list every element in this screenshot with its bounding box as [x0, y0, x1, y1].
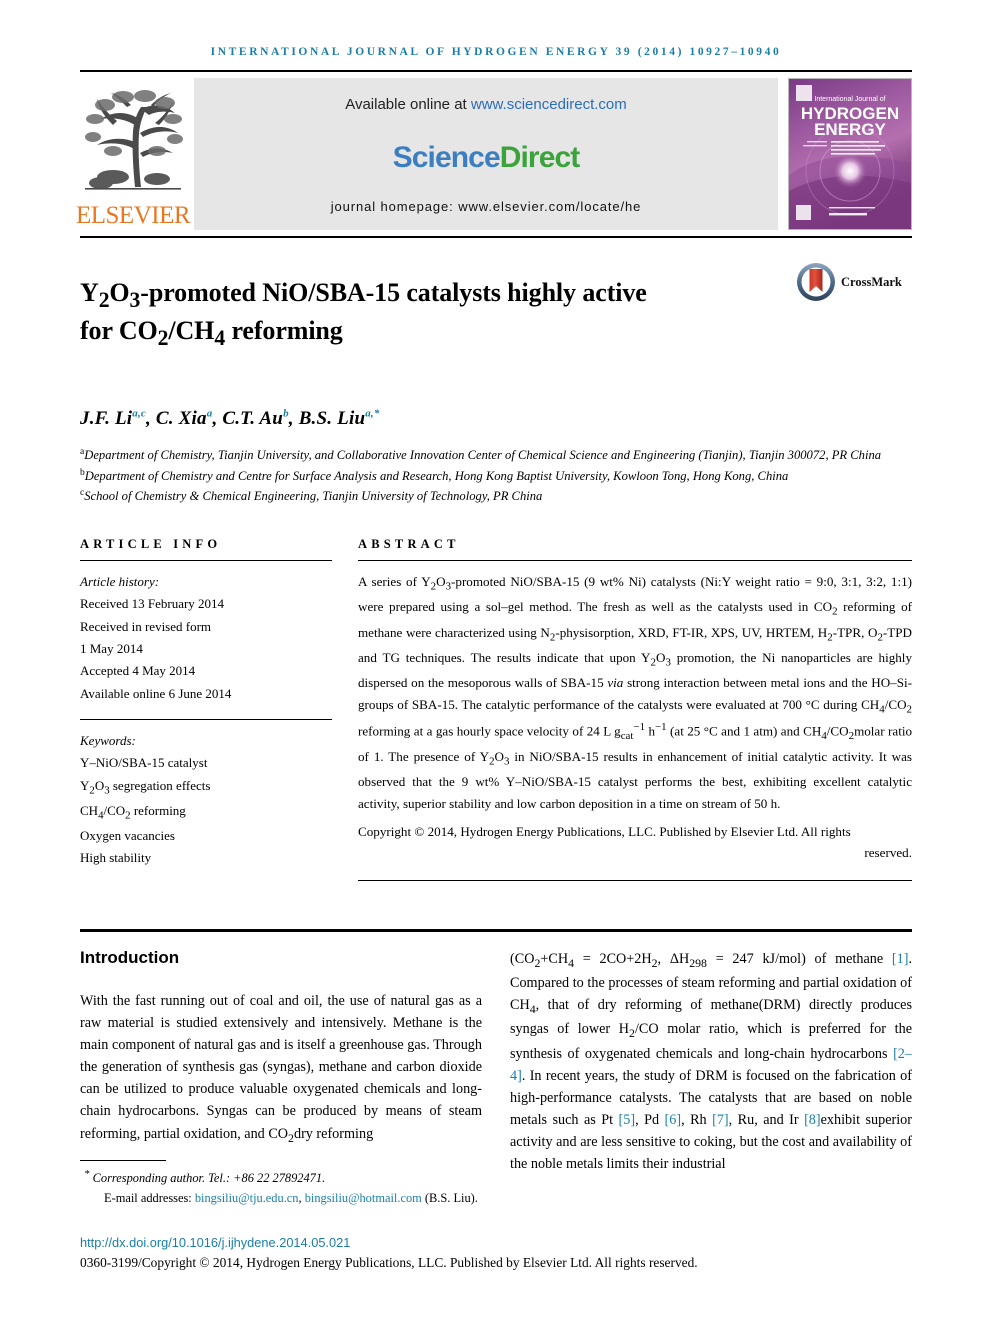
abstract-text: A series of Y2O3-promoted NiO/SBA-15 (9 …	[358, 573, 913, 811]
crossmark-icon	[797, 263, 835, 301]
footnote-region: * Corresponding author. Tel.: +86 22 278…	[80, 1160, 912, 1271]
history-item: 1 May 2014	[80, 640, 143, 656]
article-history-heading: Article history:	[80, 573, 160, 589]
article-info-rule	[80, 559, 332, 561]
footnote-rule	[80, 1160, 166, 1161]
elsevier-logo: ELSEVIER	[76, 78, 191, 230]
abstract-copyright: Copyright © 2014, Hydrogen Energy Public…	[358, 821, 912, 864]
introduction-paragraph-left: With the fast running out of coal and oi…	[80, 992, 482, 1145]
available-online-line: Available online at www.sciencedirect.co…	[345, 96, 627, 113]
author-3: C.T. Aub	[222, 407, 289, 430]
article-info-column: Article info Article history: Received 1…	[80, 537, 358, 881]
masthead-rule	[80, 236, 912, 238]
header-rule	[80, 70, 912, 72]
email-owner: (B.S. Liu).	[421, 1190, 478, 1205]
journal-cover-thumbnail: International Journal of HYDROGEN ENERGY	[788, 78, 912, 230]
keywords-heading: Keywords:	[80, 733, 136, 748]
doi-link[interactable]: http://dx.doi.org/10.1016/j.ijhydene.201…	[80, 1235, 912, 1250]
abstract-rule	[358, 559, 912, 561]
svg-text:ENERGY: ENERGY	[814, 120, 886, 139]
available-online-prefix: Available online at	[345, 96, 471, 113]
footnote-star-marker: *	[84, 1168, 90, 1180]
author-3-affiliation-marker: b	[283, 407, 289, 420]
sciencedirect-wordmark[interactable]: ScienceDirect	[392, 141, 581, 175]
affiliation-c: cSchool of Chemistry & Chemical Engineer…	[80, 486, 912, 507]
abstract-bottom-rule	[358, 879, 912, 881]
abstract-label: Abstract	[358, 536, 460, 551]
affiliation-c-text: School of Chemistry & Chemical Engineeri…	[84, 489, 543, 504]
article-info-label: Article info	[80, 536, 222, 551]
citation-link[interactable]: [2–4]	[510, 1046, 912, 1084]
introduction-paragraph-right: (CO2+CH4 = 2CO+2H2, ΔH298 = 247 kJ/mol) …	[510, 950, 912, 1173]
sciencedirect-banner: Available online at www.sciencedirect.co…	[194, 78, 778, 230]
svg-text:International Journal of: International Journal of	[814, 96, 885, 103]
citation-link[interactable]: [5]	[619, 1112, 636, 1128]
author-list: J.F. Lia,c, C. Xiaa, C.T. Aub, B.S. Liua…	[80, 407, 380, 430]
masthead: ELSEVIER Available online at www.science…	[76, 78, 912, 230]
keyword-item: Y2O3 segregation effects	[80, 777, 211, 797]
body-column-right: (CO2+CH4 = 2CO+2H2, ΔH298 = 247 kJ/mol) …	[510, 948, 912, 1176]
page-title: Y2O3-promoted NiO/SBA-15 catalysts highl…	[80, 278, 647, 351]
email-link-primary[interactable]: bingsiliu@tju.edu.cn	[195, 1191, 299, 1205]
info-abstract-region: Article info Article history: Received 1…	[80, 537, 912, 881]
history-item: Available online 6 June 2014	[80, 685, 232, 701]
abstract-copyright-end: reserved.	[864, 845, 912, 861]
author-1-affiliation-marker: a,c	[132, 407, 146, 420]
corresponding-author-text: Corresponding author. Tel.: +86 22 27892…	[92, 1171, 326, 1186]
crossmark-label: CrossMark	[841, 274, 902, 289]
affiliation-b-text: Department of Chemistry and Centre for S…	[84, 468, 789, 483]
journal-cover-art: International Journal of HYDROGEN ENERGY	[789, 79, 911, 229]
elsevier-wordmark: ELSEVIER	[75, 202, 191, 229]
keyword-item: CH4/CO2 reforming	[80, 802, 186, 822]
abstract-copyright-text: Copyright © 2014, Hydrogen Energy Public…	[358, 824, 851, 840]
affiliation-list: aDepartment of Chemistry, Tianjin Univer…	[80, 445, 912, 507]
sciencedirect-word-science: Science	[392, 141, 501, 174]
sciencedirect-link[interactable]: www.sciencedirect.com	[471, 96, 627, 113]
affiliation-a-text: Department of Chemistry, Tianjin Univers…	[84, 448, 882, 463]
body-column-left: Introduction With the fast running out o…	[80, 948, 482, 1176]
title-row: Y2O3-promoted NiO/SBA-15 catalysts highl…	[80, 260, 912, 370]
citation-link[interactable]: [1]	[892, 951, 909, 967]
section-heading-introduction: Introduction	[80, 947, 180, 967]
keyword-item: High stability	[80, 850, 152, 866]
citation-link[interactable]: [8]	[804, 1112, 821, 1128]
email-link-secondary[interactable]: bingsiliu@hotmail.com	[305, 1191, 422, 1205]
running-head: International Journal of Hydrogen Energy…	[210, 46, 782, 58]
corresponding-author-note: * Corresponding author. Tel.: +86 22 278…	[80, 1166, 912, 1189]
body-top-rule	[80, 928, 912, 932]
issn-copyright-line: 0360-3199/Copyright © 2014, Hydrogen Ene…	[80, 1254, 698, 1270]
crossmark-badge[interactable]: CrossMark	[796, 260, 912, 302]
author-4: B.S. Liua,*	[298, 407, 380, 430]
keyword-item: Y–NiO/SBA-15 catalyst	[80, 755, 208, 771]
affiliation-a: aDepartment of Chemistry, Tianjin Univer…	[80, 445, 912, 466]
affiliation-b: bDepartment of Chemistry and Centre for …	[80, 466, 912, 487]
article-page: International Journal of Hydrogen Energy…	[0, 0, 992, 1323]
citation-link[interactable]: [6]	[665, 1112, 682, 1128]
history-item: Accepted 4 May 2014	[80, 663, 196, 679]
body-columns: Introduction With the fast running out o…	[80, 948, 912, 1176]
email-label: E-mail addresses:	[104, 1190, 195, 1205]
article-history-block: Article history: Received 13 February 20…	[80, 571, 332, 705]
author-1: J.F. Lia,c	[80, 407, 146, 430]
keywords-block: Keywords: Y–NiO/SBA-15 catalyst Y2O3 seg…	[80, 730, 332, 870]
keyword-item: Oxygen vacancies	[80, 828, 175, 844]
author-4-affiliation-marker: a,*	[365, 407, 380, 420]
citation-link[interactable]: [7]	[712, 1112, 729, 1128]
email-note: E-mail addresses: bingsiliu@tju.edu.cn, …	[80, 1189, 912, 1209]
author-2: C. Xiaa	[155, 407, 213, 430]
history-item: Received 13 February 2014	[80, 596, 225, 612]
author-2-affiliation-marker: a	[206, 407, 213, 420]
abstract-column: Abstract A series of Y2O3-promoted NiO/S…	[358, 537, 912, 881]
history-item: Received in revised form	[80, 618, 212, 634]
keywords-rule	[80, 719, 332, 720]
journal-homepage-line[interactable]: journal homepage: www.elsevier.com/locat…	[331, 199, 642, 214]
elsevier-tree-icon	[83, 89, 183, 201]
sciencedirect-word-direct: Direct	[499, 141, 581, 174]
